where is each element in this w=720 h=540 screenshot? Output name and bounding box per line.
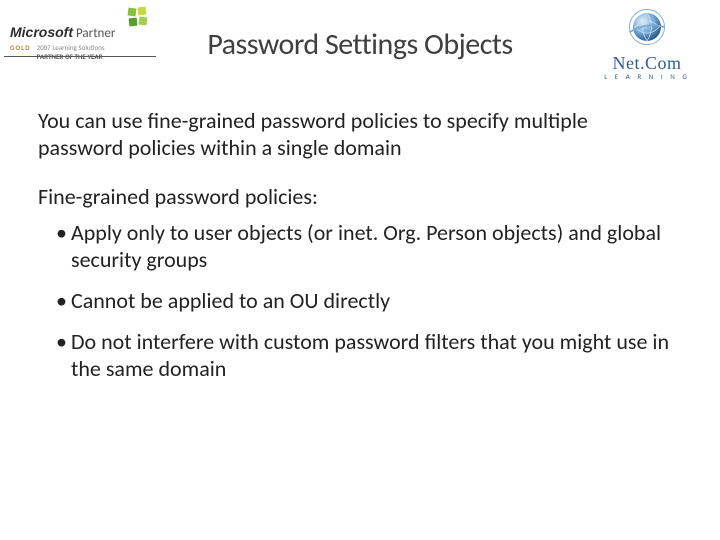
bullet-text: Do not interfere with custom password fi…	[71, 329, 678, 383]
list-item: • Cannot be applied to an OU directly	[56, 288, 678, 315]
bullet-list: • Apply only to user objects (or inet. O…	[56, 220, 678, 382]
intro-paragraph: You can use fine-grained password polici…	[38, 108, 678, 162]
list-item: • Do not interfere with custom password …	[56, 329, 678, 383]
bullet-text: Apply only to user objects (or inet. Org…	[71, 220, 678, 274]
bullet-dot-icon: •	[56, 329, 67, 383]
netcom-sub-text: L E A R N I N G	[592, 72, 702, 81]
bullet-dot-icon: •	[56, 288, 67, 315]
subheading: Fine-grained password policies:	[38, 184, 678, 211]
slide-title: Password Settings Objects	[0, 26, 720, 63]
slide: Microsoft Partner GOLD 2007 Learning Sol…	[0, 0, 720, 540]
bullet-text: Cannot be applied to an OU directly	[71, 288, 678, 315]
bullet-dot-icon: •	[56, 220, 67, 274]
slide-body: You can use fine-grained password polici…	[38, 108, 678, 397]
list-item: • Apply only to user objects (or inet. O…	[56, 220, 678, 274]
